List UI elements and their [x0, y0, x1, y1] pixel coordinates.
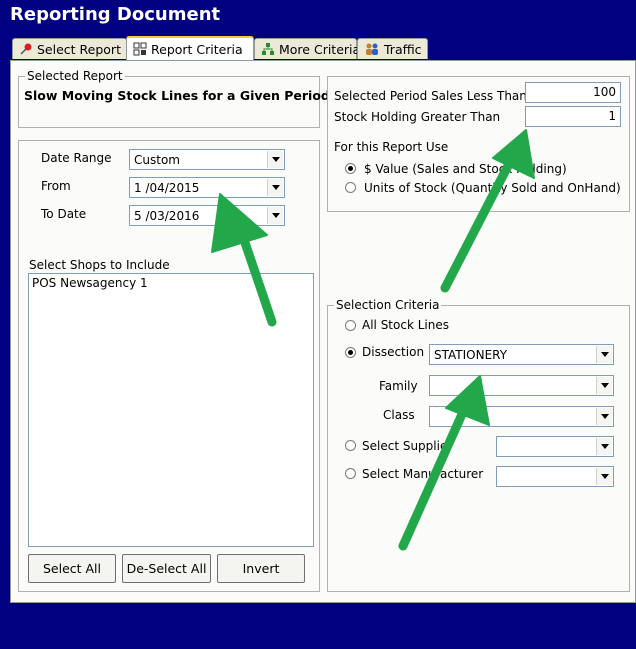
from-date-picker[interactable]: 1 /04/2015 [129, 177, 285, 198]
chevron-down-icon[interactable] [267, 179, 283, 196]
dissection-value: STATIONERY [434, 348, 508, 362]
dissection-combo[interactable]: STATIONERY [429, 344, 614, 365]
date-range-label: Date Range [41, 151, 112, 165]
class-combo[interactable] [429, 406, 614, 427]
pushpin-icon [20, 43, 32, 55]
select-shops-label: Select Shops to Include [29, 258, 170, 272]
tab-label: Report Criteria [151, 41, 243, 57]
chevron-down-icon[interactable] [267, 151, 283, 168]
value-radio[interactable] [345, 163, 356, 174]
date-and-shops-group: Date Range Custom From 1 /04/2015 To Dat… [18, 140, 320, 592]
deselect-all-button[interactable]: De-Select All [122, 554, 211, 583]
tab-more-criteria[interactable]: More Criteria [254, 38, 361, 59]
to-date-label: To Date [41, 207, 87, 221]
report-criteria-panel: Selected Report Slow Moving Stock Lines … [10, 60, 636, 603]
report-use-label: For this Report Use [334, 140, 449, 154]
units-option-label[interactable]: Units of Stock (Quantity Sold and OnHand… [364, 181, 621, 195]
value-option-label[interactable]: $ Value (Sales and Stock Holding) [364, 162, 567, 176]
date-range-value: Custom [134, 153, 180, 167]
window-title: Reporting Document [10, 4, 221, 25]
all-stock-lines-label[interactable]: All Stock Lines [362, 318, 449, 332]
tab-traffic[interactable]: Traffic [357, 38, 428, 59]
selection-criteria-legend: Selection Criteria [334, 298, 442, 312]
list-item[interactable]: POS Newsagency 1 [32, 276, 148, 290]
chevron-down-icon[interactable] [596, 468, 612, 485]
thresholds-group: Selected Period Sales Less Than 100 Stoc… [327, 76, 630, 212]
all-stock-lines-radio[interactable] [345, 320, 356, 331]
supplier-combo[interactable] [496, 436, 614, 457]
shops-listbox[interactable]: POS Newsagency 1 [28, 273, 314, 547]
select-supplier-label[interactable]: Select Supplier [362, 439, 452, 453]
holding-greater-than-input[interactable]: 1 [525, 106, 621, 127]
chevron-down-icon[interactable] [596, 408, 612, 425]
selected-report-name: Slow Moving Stock Lines for a Given Peri… [24, 88, 330, 103]
selected-report-group: Selected Report Slow Moving Stock Lines … [18, 69, 330, 128]
class-label: Class [383, 408, 415, 422]
invert-button[interactable]: Invert [217, 554, 305, 583]
select-all-button[interactable]: Select All [28, 554, 116, 583]
to-date-picker[interactable]: 5 /03/2016 [129, 205, 285, 226]
from-date-value: 1 /04/2015 [134, 181, 200, 195]
select-supplier-radio[interactable] [345, 440, 356, 451]
selection-criteria-group: Selection Criteria All Stock Lines Disse… [327, 298, 630, 592]
select-manufacturer-label[interactable]: Select Manufacturer [362, 467, 483, 481]
chevron-down-icon[interactable] [596, 377, 612, 394]
tab-report-criteria[interactable]: Report Criteria [126, 36, 254, 60]
sales-less-than-input[interactable]: 100 [525, 82, 621, 103]
select-manufacturer-radio[interactable] [345, 468, 356, 479]
tab-select-report[interactable]: Select Report [12, 38, 127, 59]
family-label: Family [379, 379, 418, 393]
from-label: From [41, 179, 71, 193]
date-range-combo[interactable]: Custom [129, 149, 285, 170]
chevron-down-icon[interactable] [596, 346, 612, 363]
dissection-label[interactable]: Dissection [362, 345, 424, 359]
selected-report-legend: Selected Report [25, 69, 125, 83]
network-icon [262, 43, 274, 55]
units-radio[interactable] [345, 182, 356, 193]
chevron-down-icon[interactable] [267, 207, 283, 224]
people-icon [366, 43, 378, 55]
tab-label: More Criteria [279, 41, 361, 57]
tab-label: Traffic [384, 41, 422, 57]
to-date-value: 5 /03/2016 [134, 209, 200, 223]
tab-label: Select Report [37, 41, 121, 57]
family-combo[interactable] [429, 375, 614, 396]
sales-less-than-label: Selected Period Sales Less Than [334, 89, 527, 103]
manufacturer-combo[interactable] [496, 466, 614, 487]
criteria-grid-icon [133, 42, 147, 56]
dissection-radio[interactable] [345, 347, 356, 358]
holding-greater-than-label: Stock Holding Greater Than [334, 110, 501, 124]
chevron-down-icon[interactable] [596, 438, 612, 455]
